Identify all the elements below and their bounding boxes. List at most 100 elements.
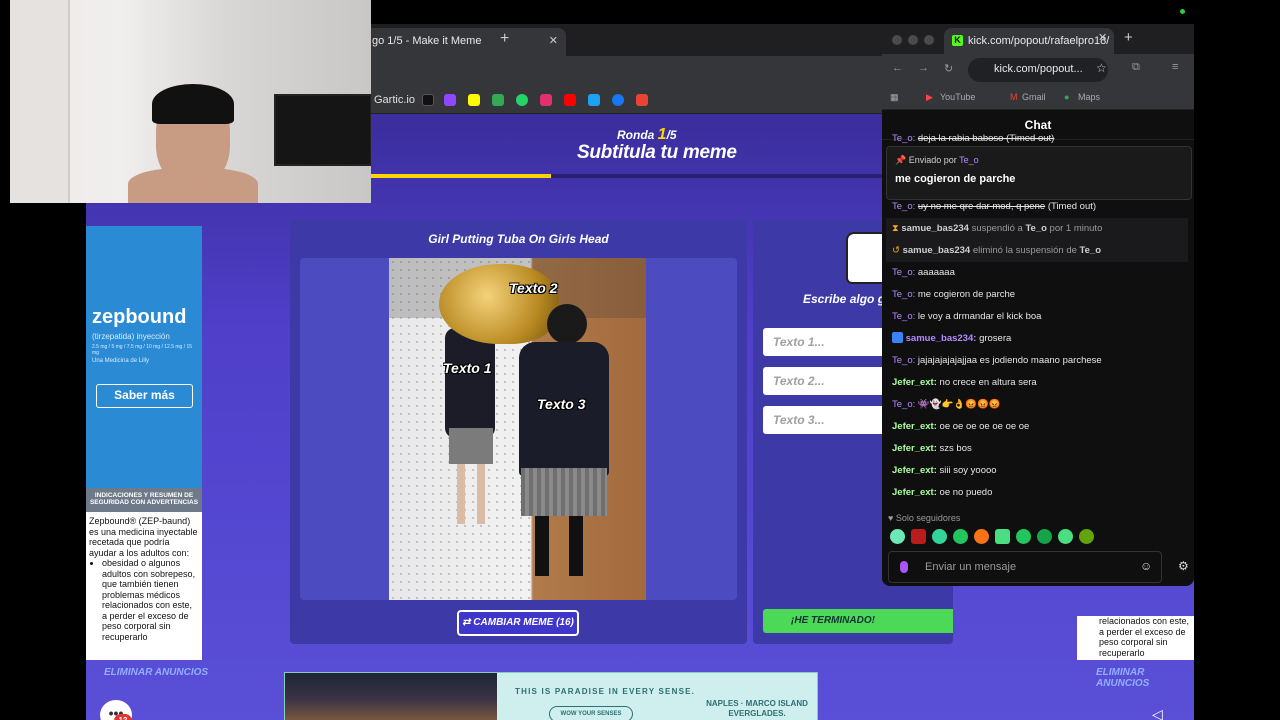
bottom-ad[interactable]: THIS IS PARADISE IN EVERY SENSE. WOW YOU… <box>284 672 818 720</box>
forward-icon[interactable]: → <box>918 62 929 74</box>
girl-2-skirt <box>521 468 607 516</box>
meme-label-texto-2: Texto 2 <box>509 280 558 296</box>
maps-icon[interactable] <box>492 94 504 106</box>
bookmark-maps[interactable]: Maps <box>1078 92 1100 102</box>
extensions-icon[interactable]: ⧉ <box>1132 61 1140 74</box>
window-zoom-dot[interactable] <box>924 35 934 45</box>
tab-make-it-meme[interactable]: go 1/5 - Make it Meme ✕ <box>356 28 566 56</box>
screen: go 1/5 - Make it Meme ✕ + Gartic.io Rond… <box>0 0 1280 720</box>
twitch-icon[interactable] <box>444 94 456 106</box>
youtube-icon[interactable] <box>564 94 576 106</box>
window-close-dot[interactable] <box>892 35 902 45</box>
emote-icon[interactable] <box>995 529 1010 544</box>
emote-icon[interactable] <box>932 529 947 544</box>
pinned-user[interactable]: Te_o <box>959 155 979 165</box>
ad-cta-button[interactable]: WOW YOUR SENSES <box>549 706 633 720</box>
chat-text: uy no me qre dar mod, q pene <box>917 201 1046 212</box>
bookmark-icon[interactable] <box>588 94 600 106</box>
chat-message-input[interactable] <box>888 551 1162 583</box>
pinned-message: 📌 Enviado por Te_o me cogieron de parche <box>886 146 1192 200</box>
kick-tab-title: kick.com/popout/rafaelpro18/ <box>968 35 1110 47</box>
chat-message: Te_o: me cogieron de parche <box>892 284 1192 306</box>
meme-frame: Texto 2 Texto 1 Texto 3 <box>300 258 737 600</box>
close-icon[interactable]: ✕ <box>1098 31 1107 44</box>
finished-button[interactable]: ¡HE TERMINADO! <box>763 609 953 633</box>
ad-photo <box>285 673 497 720</box>
chat-username[interactable]: samue_bas234 <box>903 245 971 256</box>
reload-icon[interactable]: ↻ <box>944 62 953 75</box>
undo-icon: ↺ <box>892 245 903 256</box>
kick-chat-window: K kick.com/popout/rafaelpro18/ ✕ + ← → ↻… <box>882 24 1194 586</box>
menu-icon[interactable]: ≡ <box>1172 61 1178 73</box>
right-ad[interactable]: relacionados con este, a perder el exces… <box>1077 616 1194 660</box>
new-tab-button[interactable]: + <box>1124 29 1133 46</box>
chat-username[interactable]: Jefer_ext: <box>892 421 937 432</box>
chat-username[interactable]: Jefer_ext: <box>892 487 937 498</box>
star-icon[interactable]: ☆ <box>1096 61 1107 75</box>
emote-icon[interactable] <box>953 529 968 544</box>
ad-info-header: INDICACIONES Y RESUMEN DE SEGURIDAD CON … <box>86 488 202 512</box>
chat-username[interactable]: Jefer_ext: <box>892 443 937 454</box>
chat-username[interactable]: Te_o: <box>892 289 915 300</box>
chat-username[interactable]: Te_o: <box>892 311 915 322</box>
chat-username[interactable]: Te_o: <box>892 267 915 278</box>
instagram-icon[interactable] <box>540 94 552 106</box>
chat-username[interactable]: Te_o: <box>892 133 915 144</box>
facebook-icon[interactable] <box>612 94 624 106</box>
remove-ads-link-left[interactable]: ELIMINAR ANUNCIOS <box>104 667 208 678</box>
chat-username[interactable]: Jefer_ext: <box>892 377 937 388</box>
left-ad[interactable]: zepbound (tirzepatida) inyección 2.5 mg … <box>86 226 202 660</box>
chat-username[interactable]: Te_o: <box>892 355 915 366</box>
chat-text: me cogieron de parche <box>917 289 1016 300</box>
tiktok-icon[interactable] <box>422 94 434 106</box>
chat-text: le voy a drmandar el kick boa <box>917 311 1042 322</box>
round-total: /5 <box>666 128 677 142</box>
emote-icon[interactable] <box>1079 529 1094 544</box>
emote-icon[interactable] <box>1037 529 1052 544</box>
pinned-text: me cogieron de parche <box>895 173 1016 185</box>
close-icon[interactable]: ✕ <box>549 34 558 47</box>
apps-icon[interactable]: ▦ <box>890 92 899 103</box>
chat-username[interactable]: samue_bas234 <box>901 223 969 234</box>
emote-icon[interactable] <box>911 529 926 544</box>
emote-icon[interactable] <box>974 529 989 544</box>
sound-icon[interactable]: ◁ <box>1152 706 1163 720</box>
kick-tab[interactable]: K kick.com/popout/rafaelpro18/ <box>944 28 1114 54</box>
ad-info-intro: Zepbound® (ZEP-baund) es una medicina in… <box>89 516 198 558</box>
bookmark-gmail[interactable]: Gmail <box>1022 92 1046 102</box>
chat-target[interactable]: Te_o <box>1080 245 1101 256</box>
url-field[interactable]: kick.com/popout... <box>968 58 1108 82</box>
emote-icon[interactable] <box>1058 529 1073 544</box>
emoji-icon[interactable]: ☺ <box>1140 559 1152 573</box>
microphone-icon[interactable] <box>900 561 908 573</box>
bookmark-gartic[interactable]: Gartic.io <box>374 94 415 106</box>
chat-text: oe oe oe oe oe oe oe <box>939 421 1030 432</box>
maps-icon: ● <box>1064 92 1070 102</box>
chat-username[interactable]: Jefer_ext: <box>892 465 937 476</box>
emote-icon[interactable] <box>1016 529 1031 544</box>
new-tab-button[interactable]: + <box>500 30 509 48</box>
chat-text: jajajajajajajjaa es jodiendo maano parch… <box>917 355 1102 366</box>
chat-target[interactable]: Te_o <box>1025 223 1046 234</box>
chat-username[interactable]: Te_o: <box>892 399 915 410</box>
ad-info-body[interactable]: Zepbound® (ZEP-baund) es una medicina in… <box>86 512 202 660</box>
whatsapp-icon[interactable] <box>516 94 528 106</box>
change-meme-label: CAMBIAR MEME (16) <box>473 617 574 628</box>
snapchat-icon[interactable] <box>468 94 480 106</box>
chat-message: Jefer_ext: szs bos <box>892 438 1192 460</box>
chat-username[interactable]: Te_o: <box>892 201 915 212</box>
round-current: 1 <box>657 126 667 143</box>
chat-message: Jefer_ext: no crece en altura sera <box>892 372 1192 394</box>
emote-icon[interactable] <box>890 529 905 544</box>
bookmark-youtube[interactable]: YouTube <box>940 92 975 102</box>
remove-ads-link-right[interactable]: ELIMINAR ANUNCIOS <box>1096 667 1194 689</box>
back-icon[interactable]: ← <box>892 62 903 74</box>
pinned-header: 📌 Enviado por Te_o <box>895 155 979 166</box>
gmail-icon[interactable] <box>636 94 648 106</box>
gear-icon[interactable]: ⚙ <box>1178 559 1189 573</box>
window-minimize-dot[interactable] <box>908 35 918 45</box>
change-meme-button[interactable]: ⇄ CAMBIAR MEME (16) <box>457 610 579 636</box>
chat-username[interactable]: samue_bas234: <box>906 333 977 344</box>
round-progress-bar <box>371 174 971 178</box>
saber-mas-button[interactable]: Saber más <box>96 384 193 408</box>
